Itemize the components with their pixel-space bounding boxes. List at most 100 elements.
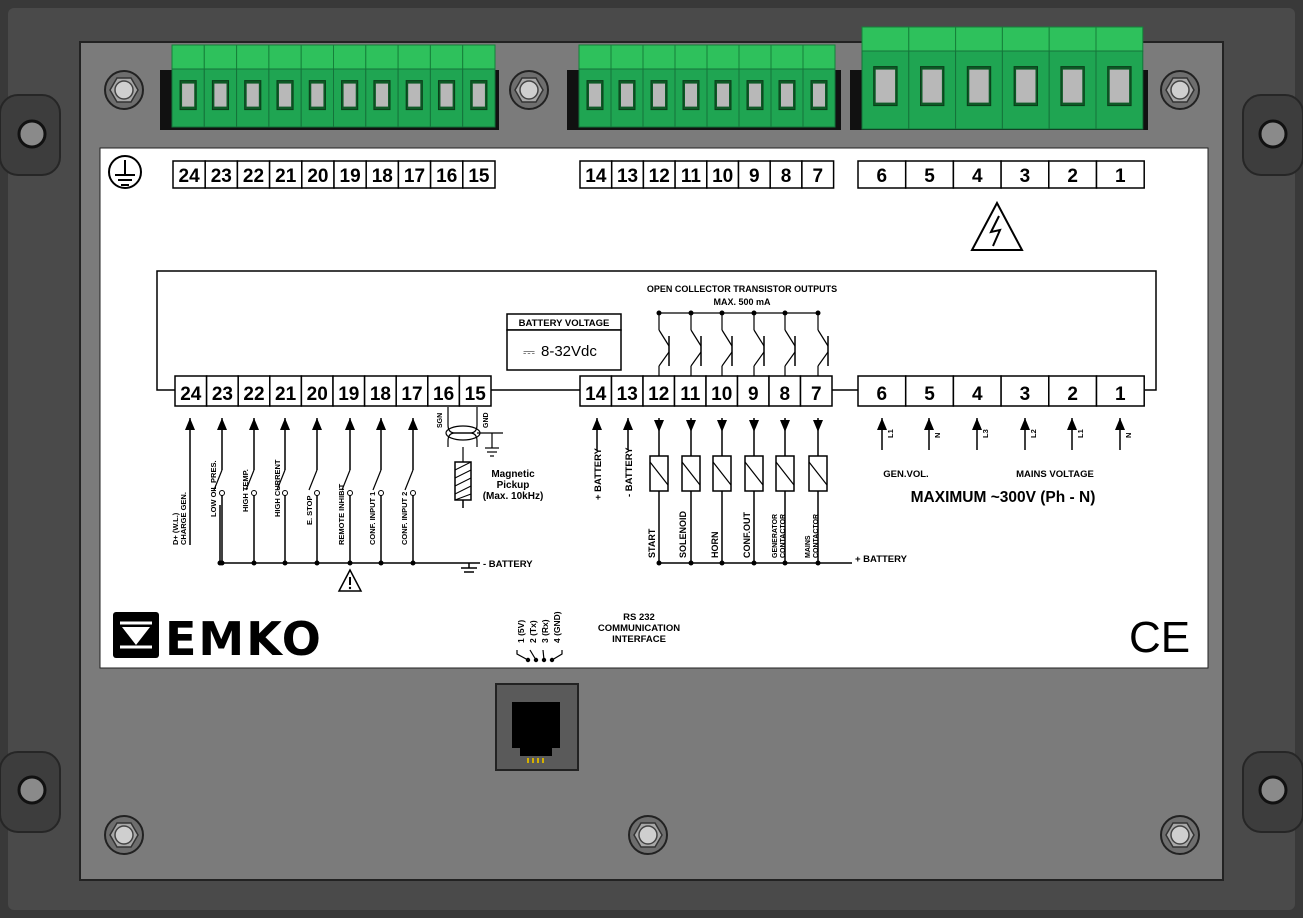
terminal-number: 13 bbox=[617, 384, 638, 405]
rs232-pin-label: 1 (5V) bbox=[516, 620, 526, 643]
terminal-number: 10 bbox=[712, 166, 733, 187]
input-label: CONF. INPUT 1 bbox=[368, 492, 377, 545]
terminal-number: 21 bbox=[275, 166, 297, 187]
terminal-number: 23 bbox=[212, 384, 233, 405]
output-label: GENERATOR bbox=[772, 514, 779, 558]
ce-mark-icon: CE bbox=[1129, 613, 1190, 662]
output-label: MAINS bbox=[805, 535, 812, 558]
plus-battery-label: + BATTERY bbox=[593, 447, 604, 500]
terminal-number: 16 bbox=[433, 384, 454, 405]
rs232-title-3: INTERFACE bbox=[612, 634, 666, 645]
dc-symbol-icon: ⎓ bbox=[523, 344, 535, 361]
terminal-number: 2 bbox=[1067, 384, 1078, 405]
terminal-number: 4 bbox=[972, 166, 983, 187]
input-label: E. STOP bbox=[305, 496, 314, 525]
output-label: START bbox=[647, 528, 657, 558]
transistor-max-current: MAX. 500 mA bbox=[713, 297, 771, 307]
terminal-number: 17 bbox=[401, 384, 422, 405]
phase-label: L1 bbox=[886, 429, 895, 438]
terminal-row: 24 23 22 21 20 19 18 17 16 15 14 13 12 11 10 9 8 7 6 5 4 3 2 1 bbox=[174, 375, 1145, 407]
rs232-pin-label: 2 (Tx) bbox=[528, 620, 538, 643]
wiring-diagram: 24 23 22 21 20 19 18 17 16 15 14 13 12 11 10 9 8 7 6 5 4 3 2 1 … bbox=[0, 0, 1303, 918]
terminal-number: 19 bbox=[338, 384, 359, 405]
terminal-number: 24 bbox=[180, 384, 202, 405]
output-label: CONF.OUT bbox=[742, 512, 752, 559]
terminal-number: 24 bbox=[179, 166, 201, 187]
gnd-label: GND bbox=[483, 412, 490, 428]
rs232-pin-label: 3 (Rx) bbox=[540, 619, 550, 643]
terminal-number: 15 bbox=[465, 384, 487, 405]
output-label: HORN bbox=[710, 532, 720, 559]
terminal-number: 11 bbox=[681, 166, 702, 187]
input-label: REMOTE INHIBIT bbox=[337, 483, 346, 545]
terminal-number: 22 bbox=[243, 384, 264, 405]
terminal-number: 21 bbox=[275, 384, 297, 405]
terminal-number: 7 bbox=[812, 166, 823, 187]
terminal-number: 6 bbox=[877, 166, 888, 187]
input-label: HIGH CURRENT bbox=[273, 459, 282, 517]
brand-wordmark: EMKO bbox=[165, 612, 323, 666]
terminal-number: 3 bbox=[1020, 166, 1031, 187]
terminal-number: 18 bbox=[372, 166, 393, 187]
terminal-number: 19 bbox=[340, 166, 361, 187]
terminal-number: 12 bbox=[648, 384, 669, 405]
terminal-number: 1 bbox=[1115, 166, 1126, 187]
battery-voltage-title: BATTERY VOLTAGE bbox=[519, 318, 610, 329]
terminal-number: 11 bbox=[680, 384, 701, 405]
terminal-number: 10 bbox=[711, 384, 732, 405]
phase-label: N bbox=[1124, 433, 1133, 438]
terminal-number: 18 bbox=[370, 384, 391, 405]
terminal-number: 1 bbox=[1115, 384, 1126, 405]
magnetic-pickup-label-3: (Max. 10kHz) bbox=[483, 491, 544, 502]
maximum-voltage-label: MAXIMUM ~300V (Ph - N) bbox=[911, 489, 1096, 506]
terminal-number: 9 bbox=[748, 384, 759, 405]
terminal-number: 22 bbox=[243, 166, 264, 187]
rs232-port[interactable] bbox=[495, 683, 579, 771]
terminal-number: 23 bbox=[211, 166, 232, 187]
gen-voltage-label: GEN.VOL. bbox=[883, 469, 928, 480]
phase-label: L3 bbox=[981, 429, 990, 438]
terminal-number: 9 bbox=[749, 166, 760, 187]
top-terminal-labels: 24 23 22 21 20 19 18 17 16 15 14 13 12 11 10 9 8 7 6 5 4 3 2 1 bbox=[172, 160, 1145, 189]
terminal-number: 7 bbox=[811, 384, 822, 405]
terminal-number: 6 bbox=[877, 384, 888, 405]
magnetic-pickup-label-2: Pickup bbox=[497, 480, 530, 491]
terminal-number: 8 bbox=[779, 384, 790, 405]
rs232-pin-label: 4 (GND) bbox=[552, 611, 562, 643]
output-label: SOLENOID bbox=[678, 510, 688, 558]
terminal-number: 5 bbox=[924, 166, 935, 187]
magnetic-pickup-label-1: Magnetic bbox=[491, 469, 535, 480]
terminal-number: 3 bbox=[1020, 384, 1031, 405]
battery-voltage-value: 8-32Vdc bbox=[541, 343, 597, 360]
terminal-number: 14 bbox=[585, 166, 607, 187]
input-label: CHARGE GEN. bbox=[179, 492, 188, 545]
terminal-number: 4 bbox=[972, 384, 983, 405]
phase-label: L2 bbox=[1029, 429, 1038, 438]
terminal-number: 15 bbox=[468, 166, 490, 187]
mains-voltage-label: MAINS VOLTAGE bbox=[1016, 469, 1094, 480]
terminal-number: 12 bbox=[649, 166, 670, 187]
negative-battery-label: - BATTERY bbox=[483, 559, 533, 570]
minus-battery-label: - BATTERY bbox=[624, 447, 635, 497]
terminal-number: 5 bbox=[924, 384, 935, 405]
input-label: LOW OIL PRES. bbox=[209, 460, 218, 517]
output-label: CONTACTOR bbox=[780, 514, 787, 558]
terminal-number: 20 bbox=[307, 384, 328, 405]
device-rear-panel: 24 23 22 21 20 19 18 17 16 15 14 13 12 11 10 9 8 7 6 5 4 3 2 1 … bbox=[0, 0, 1303, 918]
terminal-number: 16 bbox=[436, 166, 457, 187]
terminal-number: 2 bbox=[1067, 166, 1078, 187]
plus-battery-output-label: + BATTERY bbox=[855, 554, 908, 565]
terminal-number: 13 bbox=[617, 166, 638, 187]
transistor-outputs-title: OPEN COLLECTOR TRANSISTOR OUTPUTS bbox=[647, 284, 837, 294]
terminal-number: 17 bbox=[404, 166, 425, 187]
output-label: CONTACTOR bbox=[813, 514, 820, 558]
terminal-number: 20 bbox=[307, 166, 328, 187]
input-label: CONF. INPUT 2 bbox=[400, 492, 409, 545]
terminal-number: 14 bbox=[585, 384, 607, 405]
emko-logo: EMKO bbox=[113, 612, 323, 666]
rs232-title-1: RS 232 bbox=[623, 612, 655, 623]
terminal-number: 8 bbox=[781, 166, 792, 187]
input-label: HIGH TEMP. bbox=[241, 469, 250, 512]
sgn-label: SGN bbox=[437, 413, 444, 428]
rs232-title-2: COMMUNICATION bbox=[598, 623, 680, 634]
